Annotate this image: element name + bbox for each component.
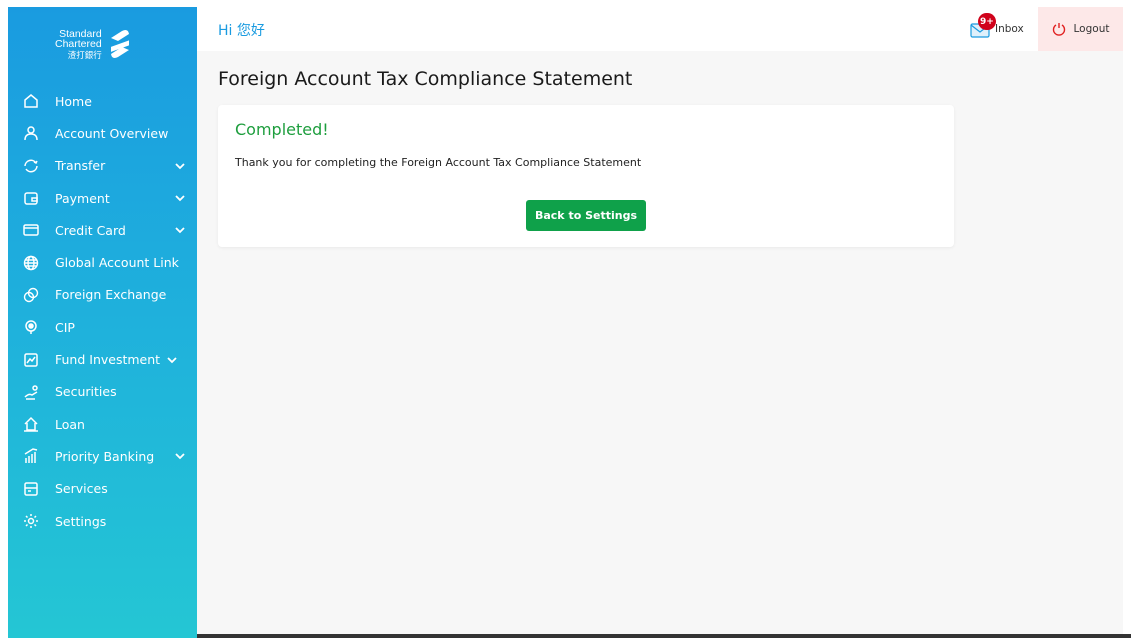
inbox-badge: 9+ bbox=[978, 13, 996, 30]
credit-card-icon bbox=[22, 221, 40, 239]
chevron-down-icon bbox=[175, 163, 185, 170]
cip-icon bbox=[22, 318, 40, 336]
home-icon bbox=[22, 92, 40, 110]
sidebar-item-global-account-link[interactable]: Global Account Link bbox=[8, 246, 197, 278]
brand-text: Standard Chartered 渣打銀行 bbox=[55, 28, 102, 60]
services-icon bbox=[22, 480, 40, 498]
exchange-icon bbox=[22, 286, 40, 304]
gear-icon bbox=[22, 512, 40, 530]
sidebar-item-label: Securities bbox=[55, 384, 117, 400]
sidebar-item-label: Services bbox=[55, 481, 108, 497]
fund-icon bbox=[22, 351, 40, 369]
globe-icon bbox=[22, 254, 40, 272]
sidebar-item-label: Credit Card bbox=[55, 222, 126, 238]
sidebar-item-account-overview[interactable]: Account Overview bbox=[8, 117, 197, 149]
sidebar-item-credit-card[interactable]: Credit Card bbox=[8, 214, 197, 246]
sidebar-item-label: Priority Banking bbox=[55, 448, 155, 464]
standard-chartered-logo-icon bbox=[110, 30, 129, 58]
completion-card: Completed! Thank you for completing the … bbox=[218, 105, 954, 247]
sidebar-item-foreign-exchange[interactable]: Foreign Exchange bbox=[8, 279, 197, 311]
logout-button[interactable]: Logout bbox=[1038, 7, 1123, 51]
sidebar-item-label: Loan bbox=[55, 416, 85, 432]
top-header: Hi 您好 9+ Inbox Logout bbox=[197, 7, 1123, 51]
sidebar-nav: Home Account Overview Transfer Payment C… bbox=[8, 85, 197, 537]
back-to-settings-button[interactable]: Back to Settings bbox=[526, 200, 646, 231]
sidebar: Standard Chartered 渣打銀行 Home Account Ove… bbox=[8, 7, 197, 638]
brand-line2: Chartered bbox=[55, 37, 102, 50]
inbox-label: Inbox bbox=[995, 23, 1024, 35]
chevron-down-icon bbox=[175, 453, 185, 460]
securities-icon bbox=[22, 383, 40, 401]
greeting-text: Hi 您好 bbox=[218, 23, 265, 39]
sidebar-item-transfer[interactable]: Transfer bbox=[8, 150, 197, 182]
sidebar-item-services[interactable]: Services bbox=[8, 473, 197, 505]
brand-logo[interactable]: Standard Chartered 渣打銀行 bbox=[55, 19, 155, 69]
sidebar-item-label: Transfer bbox=[55, 158, 106, 174]
sidebar-item-securities[interactable]: Securities bbox=[8, 376, 197, 408]
sidebar-item-label: Account Overview bbox=[55, 125, 169, 141]
sidebar-item-fund-investment[interactable]: Fund Investment bbox=[8, 343, 197, 375]
logout-label: Logout bbox=[1073, 23, 1110, 35]
page-title: Foreign Account Tax Compliance Statement bbox=[218, 68, 633, 90]
loan-icon bbox=[22, 415, 40, 433]
completion-message: Thank you for completing the Foreign Acc… bbox=[235, 156, 642, 169]
chevron-down-icon bbox=[175, 227, 185, 234]
sidebar-item-settings[interactable]: Settings bbox=[8, 505, 197, 537]
sidebar-item-label: Settings bbox=[55, 513, 107, 529]
sidebar-item-priority-banking[interactable]: Priority Banking bbox=[8, 440, 197, 472]
bottom-border bbox=[197, 634, 1131, 638]
sidebar-item-label: Global Account Link bbox=[55, 255, 179, 271]
wallet-icon bbox=[22, 189, 40, 207]
transfer-icon bbox=[22, 157, 40, 175]
sidebar-item-label: Home bbox=[55, 93, 92, 109]
sidebar-item-label: CIP bbox=[55, 319, 75, 335]
inbox-envelope: 9+ bbox=[970, 13, 996, 38]
chevron-down-icon bbox=[175, 195, 185, 202]
sidebar-item-loan[interactable]: Loan bbox=[8, 408, 197, 440]
sidebar-item-home[interactable]: Home bbox=[8, 85, 197, 117]
sidebar-item-payment[interactable]: Payment bbox=[8, 182, 197, 214]
main-content: Foreign Account Tax Compliance Statement… bbox=[197, 51, 1123, 638]
sidebar-item-label: Payment bbox=[55, 190, 110, 206]
power-icon bbox=[1052, 23, 1065, 36]
user-icon bbox=[22, 124, 40, 142]
completion-heading: Completed! bbox=[235, 120, 329, 139]
inbox-button[interactable]: 9+ Inbox bbox=[970, 13, 1024, 41]
priority-icon bbox=[22, 447, 40, 465]
sidebar-item-label: Fund Investment bbox=[55, 352, 161, 368]
sidebar-item-cip[interactable]: CIP bbox=[8, 311, 197, 343]
sidebar-item-label: Foreign Exchange bbox=[55, 287, 167, 303]
chevron-down-icon bbox=[167, 356, 177, 363]
brand-line3: 渣打銀行 bbox=[67, 49, 102, 60]
